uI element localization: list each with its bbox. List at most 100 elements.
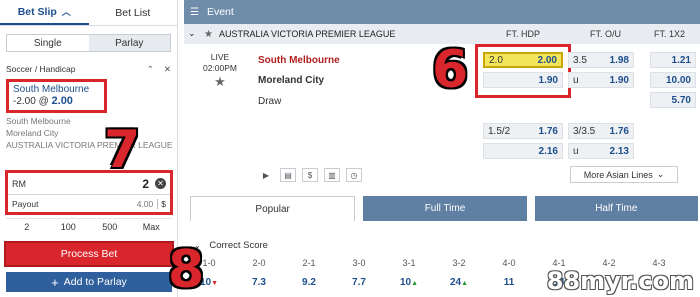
add-to-parlay-button[interactable]: + Add to Parlay <box>6 272 172 292</box>
correct-score-header[interactable]: ⌄ Correct Score <box>194 240 268 251</box>
kickoff-time: 02:00PM <box>202 63 238 73</box>
alt-ou-line: 3/3.5 <box>573 125 596 137</box>
ou-under-label: u <box>573 74 579 86</box>
score-label: 3-0 <box>352 258 366 268</box>
quick-stake-button[interactable]: 500 <box>89 219 131 234</box>
hdp-highlight-box <box>475 44 571 98</box>
play-icon[interactable]: ▶ <box>258 168 274 182</box>
score-odds-value: 10 <box>399 277 412 288</box>
chevron-down-icon: ⌄ <box>656 169 665 179</box>
star-icon[interactable]: ★ <box>200 75 240 88</box>
col-ft-hdp: FT. HDP <box>506 29 541 39</box>
quick-stake-button[interactable]: 2 <box>6 219 48 234</box>
score-odds: 24▲ <box>450 277 468 288</box>
dollar-icon: $ <box>157 198 166 209</box>
mode-single-button[interactable]: Single <box>7 35 89 51</box>
slip-away-team: Moreland City <box>6 128 59 138</box>
score-odds: 7.3 <box>252 277 266 288</box>
stake-value[interactable]: 2 <box>142 177 149 191</box>
correct-score-cell[interactable]: 3-2 24▲ <box>434 258 484 288</box>
more-asian-lines-button[interactable]: More Asian Lines ⌄ <box>570 166 678 183</box>
annotation-number: 6 <box>432 40 469 100</box>
payout-label: Payout <box>12 198 39 209</box>
ou-under-odds[interactable]: u 1.90 <box>568 72 634 88</box>
score-odds: 11 <box>504 277 515 288</box>
selection-team: South Melbourne <box>13 84 90 95</box>
alt-ou-under-odds[interactable]: u 2.13 <box>568 143 634 159</box>
ou-over-price: 1.98 <box>609 54 629 66</box>
col-ft-ou: FT. O/U <box>590 29 621 39</box>
ou-under-price: 1.90 <box>609 74 629 86</box>
correct-score-cell[interactable]: 3-1 10▲ <box>384 258 434 288</box>
ou-over-odds[interactable]: 3.5 1.98 <box>568 52 634 68</box>
menu-icon[interactable]: ☰ <box>190 7 199 18</box>
slip-home-team: South Melbourne <box>6 116 71 126</box>
correct-score-title: Correct Score <box>209 240 268 251</box>
tab-bet-list-label: Bet List <box>115 6 151 19</box>
tab-full-time[interactable]: Full Time <box>363 196 527 221</box>
quick-stake-button[interactable]: 100 <box>48 219 90 234</box>
score-odds-value: 7.3 <box>252 277 266 288</box>
score-label: 4-0 <box>502 258 516 268</box>
annotation-number: 8 <box>168 240 205 297</box>
score-label: 1-0 <box>202 258 216 268</box>
process-bet-button[interactable]: Process Bet <box>4 241 174 267</box>
quick-stake-row: 2 100 500 Max <box>6 218 172 234</box>
arrow-up-icon: ▲ <box>461 280 469 287</box>
alt-ou-over-price: 1.76 <box>609 125 629 137</box>
mode-parlay-button[interactable]: Parlay <box>88 35 170 51</box>
score-odds-value: 9.2 <box>302 277 316 288</box>
scoreboard-icon[interactable]: ▤ <box>280 168 296 182</box>
score-label: 2-1 <box>302 258 316 268</box>
alt-hdp-home-odds[interactable]: 1.5/2 1.76 <box>483 123 563 139</box>
alt-hdp-line: 1.5/2 <box>488 125 511 137</box>
selection-handicap: -2.00 @ <box>13 96 49 107</box>
correct-score-cell[interactable]: 4-0 11 <box>484 258 534 288</box>
alt-hdp-away-price: 2.16 <box>538 145 558 157</box>
alt-hdp-away-odds[interactable]: 2.16 <box>483 143 563 159</box>
chevron-down-icon[interactable]: ⌄ <box>188 28 196 39</box>
x12-away-odds[interactable]: 10.00 <box>650 72 696 88</box>
draw-label: Draw <box>258 96 282 107</box>
correct-score-cell[interactable]: 3-0 7.7 <box>334 258 384 288</box>
close-icon[interactable]: ✕ <box>164 64 171 75</box>
quick-stake-button[interactable]: Max <box>131 219 173 234</box>
clock-icon[interactable]: ◷ <box>346 168 362 182</box>
collapse-icon[interactable]: ⌃ <box>147 64 154 75</box>
selection-highlight: South Melbourne -2.00 @ 2.00 <box>6 79 107 113</box>
alt-ou-under-label: u <box>573 145 579 157</box>
clear-icon[interactable]: ✕ <box>155 178 166 189</box>
stake-input[interactable]: RM 2 ✕ <box>8 173 170 195</box>
live-label: LIVE <box>210 52 230 62</box>
watermark: 88myr.com <box>546 267 694 295</box>
stats-icon[interactable]: ▥ <box>324 168 340 182</box>
tab-popular[interactable]: Popular <box>190 196 356 221</box>
ou-line: 3.5 <box>573 54 587 66</box>
alt-ou-over-odds[interactable]: 3/3.5 1.76 <box>568 123 634 139</box>
x12-draw-odds[interactable]: 5.70 <box>650 92 696 108</box>
correct-score-cell[interactable]: 2-1 9.2 <box>284 258 334 288</box>
tab-half-time[interactable]: Half Time <box>534 196 698 221</box>
league-name: AUSTRALIA VICTORIA PREMIER LEAGUE <box>218 29 396 39</box>
score-odds: 7.7 <box>352 277 366 288</box>
correct-score-cell[interactable]: 2-0 7.3 <box>234 258 284 288</box>
score-odds-value: 11 <box>503 277 515 288</box>
stake-currency: RM <box>12 178 26 189</box>
dollar-icon[interactable]: $ <box>302 168 318 182</box>
chevron-up-icon: ︿ <box>61 7 71 17</box>
alt-hdp-home-price: 1.76 <box>538 125 558 137</box>
event-title: Event <box>206 6 234 18</box>
tab-bet-slip[interactable]: Bet Slip ︿ <box>0 0 89 25</box>
market-tabs: Popular Full Time Half Time <box>190 196 698 221</box>
tab-bet-list[interactable]: Bet List <box>89 0 178 25</box>
tab-bet-slip-label: Bet Slip <box>17 5 57 18</box>
score-label: 2-0 <box>252 258 266 268</box>
col-ft-1x2: FT. 1X2 <box>654 29 686 39</box>
stake-box: RM 2 ✕ Payout 4.00 $ <box>5 170 173 215</box>
arrow-down-icon: ▼ <box>211 280 219 287</box>
plus-icon: + <box>51 274 59 290</box>
slip-tabs: Bet Slip ︿ Bet List <box>0 0 177 26</box>
star-icon[interactable]: ★ <box>204 29 213 40</box>
x12-home-odds[interactable]: 1.21 <box>650 52 696 68</box>
bet-slip-panel: Bet Slip ︿ Bet List Single Parlay Soccer… <box>0 0 178 297</box>
